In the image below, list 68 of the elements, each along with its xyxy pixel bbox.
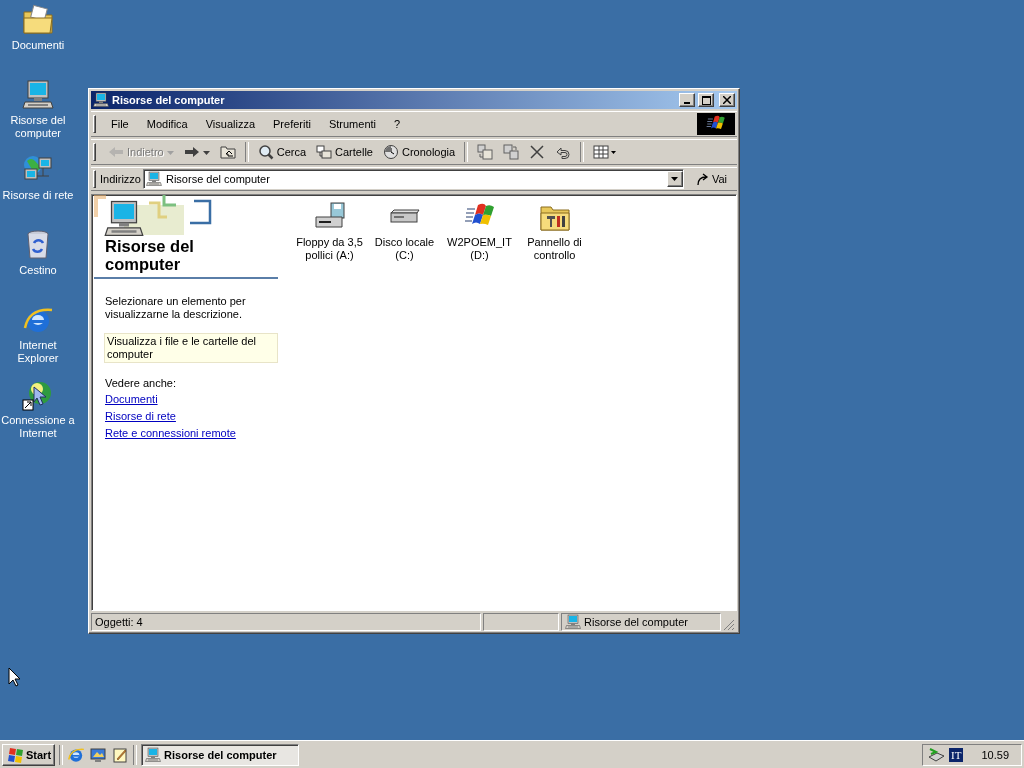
- panel-hint: Selezionare un elemento per visualizzarne la descrizione.: [105, 295, 247, 321]
- search-icon: [257, 144, 274, 160]
- mouse-cursor-icon: [8, 667, 20, 687]
- drive-label[interactable]: Floppy da 3,5 pollici (A:): [292, 236, 367, 262]
- up-folder-icon: [219, 144, 236, 160]
- move-to-icon: [477, 144, 494, 160]
- computer-icon: [145, 746, 162, 763]
- desktop-icon[interactable]: [89, 745, 108, 764]
- language-indicator[interactable]: IT: [949, 747, 964, 762]
- maximize-icon: [701, 95, 711, 105]
- panel-title: Risorse del computer: [94, 237, 278, 279]
- notepad-icon[interactable]: [111, 745, 130, 764]
- globe-arrow-icon: [22, 379, 54, 411]
- minimize-button[interactable]: [679, 93, 695, 107]
- back-arrow-icon: [108, 144, 124, 160]
- see-also-link[interactable]: Rete e connessioni remote: [105, 427, 236, 440]
- see-also-label: Vedere anche:: [105, 377, 177, 389]
- address-field[interactable]: Risorse del computer: [142, 169, 684, 189]
- drive-label[interactable]: Pannello di controllo: [517, 236, 592, 262]
- menu-item[interactable]: Strumenti: [321, 115, 383, 133]
- go-button[interactable]: Vai: [685, 172, 735, 186]
- folders-button[interactable]: Cartelle: [312, 141, 377, 163]
- resize-grip-icon[interactable]: [723, 619, 737, 631]
- throbber-logo: [697, 113, 735, 135]
- views-grid-icon: [593, 144, 618, 160]
- dropdown-arrow-icon: [202, 150, 210, 155]
- dropdown-arrow-icon: [671, 177, 679, 181]
- drive-label[interactable]: W2POEM_IT (D:): [442, 236, 517, 262]
- desktop-icon-label[interactable]: Risorse del computer: [0, 114, 76, 140]
- see-also-link[interactable]: Risorse di rete: [105, 410, 176, 423]
- description-box: Visualizza i file e le cartelle del computer: [104, 333, 278, 363]
- windows-flag-icon: [6, 746, 24, 763]
- search-button[interactable]: Cerca: [253, 141, 311, 163]
- address-label: Indirizzo: [100, 173, 141, 185]
- delete-icon: [529, 144, 546, 160]
- see-also-link[interactable]: Documenti: [105, 393, 158, 406]
- network-tray-icon[interactable]: [927, 746, 946, 763]
- desktop-icon-label[interactable]: Connessione a Internet: [0, 414, 76, 440]
- drive-label[interactable]: Disco locale (C:): [367, 236, 442, 262]
- taskbar-button[interactable]: Risorse del computer: [141, 743, 300, 766]
- clock: 10.59: [981, 748, 1009, 761]
- desktop-icon-label[interactable]: Risorse di rete: [1, 189, 75, 202]
- close-button[interactable]: [719, 93, 735, 107]
- menu-item[interactable]: ?: [387, 115, 408, 133]
- status-location: Risorse del computer: [584, 616, 688, 628]
- go-arrow-icon: [695, 172, 710, 186]
- dropdown-arrow-icon: [166, 150, 174, 155]
- computer-icon: [22, 79, 54, 111]
- close-icon: [723, 96, 731, 104]
- folders-icon: [316, 144, 333, 160]
- clock-icon: [382, 144, 399, 160]
- folder-icon: [22, 4, 54, 36]
- history-button[interactable]: Cronologia: [378, 141, 460, 163]
- menu-item[interactable]: Visualizza: [198, 115, 263, 133]
- computer-icon: [145, 171, 162, 187]
- copy-to-icon: [503, 144, 520, 160]
- menu-item[interactable]: Preferiti: [266, 115, 318, 133]
- forward-arrow-icon: [183, 144, 200, 160]
- menu-item[interactable]: Modifica: [139, 115, 195, 133]
- desktop-icon-label[interactable]: Cestino: [18, 264, 58, 277]
- window-title: Risorse del computer: [112, 94, 226, 106]
- desktop-icon-label[interactable]: Internet Explorer: [0, 339, 76, 365]
- maximize-button[interactable]: [698, 93, 714, 107]
- computer-icon: [93, 92, 109, 108]
- start-button[interactable]: Start: [2, 743, 56, 766]
- status-text: Oggetti: 4: [95, 616, 143, 628]
- menu-item[interactable]: File: [104, 115, 136, 133]
- desktop-icon-label[interactable]: Documenti: [10, 39, 66, 52]
